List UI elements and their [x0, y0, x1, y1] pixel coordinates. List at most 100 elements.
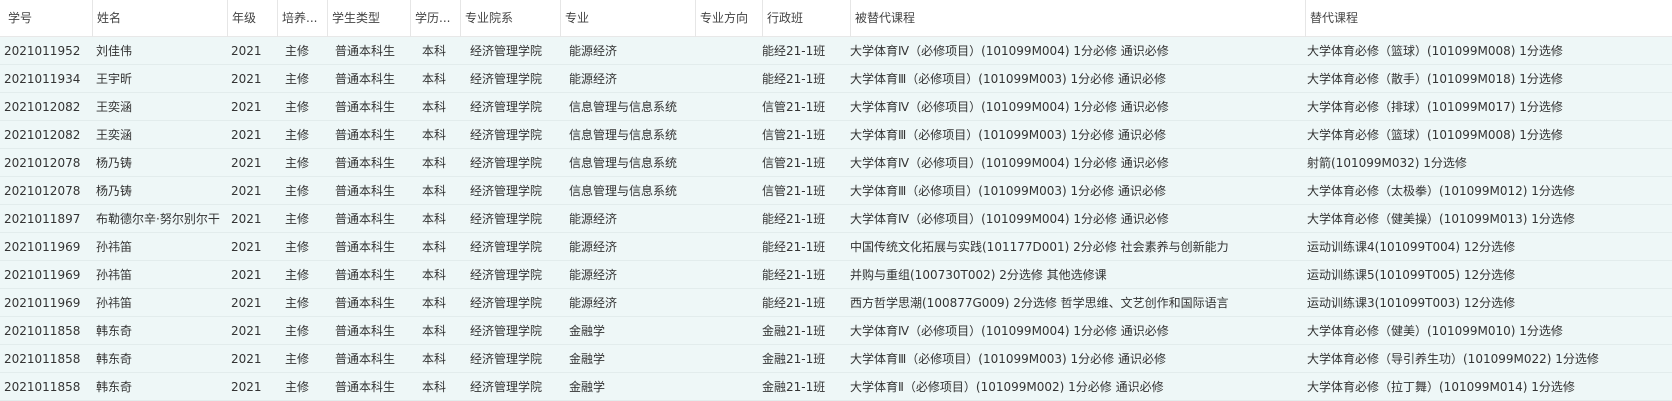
header-student-id[interactable]: 学号 — [4, 0, 92, 37]
cell-degree-level: 本科 — [422, 352, 447, 366]
cell-major: 能源经济 — [569, 268, 618, 282]
cell-student-id: 2021011858 — [4, 352, 81, 366]
cell-student-type: 普通本科生 — [335, 72, 396, 86]
cell-department: 经济管理学院 — [470, 380, 543, 394]
cell-major: 信息管理与信息系统 — [569, 128, 678, 142]
header-admin-class[interactable]: 行政班 — [762, 0, 850, 37]
cell-name: 王宇昕 — [96, 72, 133, 86]
cell-grade: 2021 — [231, 268, 262, 282]
cell-admin-class: 能经21-1班 — [762, 240, 826, 254]
cell-degree-level: 本科 — [422, 184, 447, 198]
header-major[interactable]: 专业 — [560, 0, 695, 37]
cell-student-type: 普通本科生 — [335, 296, 396, 310]
header-training-type[interactable]: 培养... — [277, 0, 327, 37]
cell-degree-level: 本科 — [422, 44, 447, 58]
table-row[interactable]: 2021011969 孙祎笛 2021 主修 普通本科生 本科 经济管理学院 能源经济 能经21… — [0, 261, 1672, 289]
cell-training-type: 主修 — [285, 44, 310, 58]
cell-major: 能源经济 — [569, 212, 618, 226]
header-replaced-course[interactable]: 被替代课程 — [850, 0, 1305, 37]
cell-student-type: 普通本科生 — [335, 324, 396, 338]
cell-grade: 2021 — [231, 184, 262, 198]
table-row[interactable]: 2021012082 王奕涵 2021 主修 普通本科生 本科 经济管理学院 信息管理与信息系… — [0, 93, 1672, 121]
cell-grade: 2021 — [231, 72, 262, 86]
cell-training-type: 主修 — [285, 100, 310, 114]
cell-student-type: 普通本科生 — [335, 212, 396, 226]
cell-replaced-course: 大学体育Ⅲ（必修项目）(101099M003) 1分必修 通识必修 — [850, 352, 1166, 366]
table-row[interactable]: 2021011858 韩东奇 2021 主修 普通本科生 本科 经济管理学院 金融学 金融21-… — [0, 345, 1672, 373]
table-row[interactable]: 2021012078 杨乃铸 2021 主修 普通本科生 本科 经济管理学院 信息管理与信息系… — [0, 149, 1672, 177]
cell-degree-level: 本科 — [422, 156, 447, 170]
cell-replaced-course: 大学体育Ⅳ（必修项目）(101099M004) 1分必修 通识必修 — [850, 156, 1169, 170]
cell-student-type: 普通本科生 — [335, 268, 396, 282]
header-grade[interactable]: 年级 — [227, 0, 277, 37]
cell-replaced-course: 大学体育Ⅳ（必修项目）(101099M004) 1分必修 通识必修 — [850, 44, 1169, 58]
cell-student-type: 普通本科生 — [335, 100, 396, 114]
cell-grade: 2021 — [231, 128, 262, 142]
cell-student-id: 2021012078 — [4, 184, 81, 198]
cell-name: 杨乃铸 — [96, 156, 133, 170]
cell-name: 王奕涵 — [96, 100, 133, 114]
cell-student-type: 普通本科生 — [335, 380, 396, 394]
cell-grade: 2021 — [231, 240, 262, 254]
cell-grade: 2021 — [231, 156, 262, 170]
cell-major: 信息管理与信息系统 — [569, 156, 678, 170]
cell-student-id: 2021011897 — [4, 212, 81, 226]
cell-grade: 2021 — [231, 380, 262, 394]
header-major-direction[interactable]: 专业方向 — [695, 0, 762, 37]
table-row[interactable]: 2021011858 韩东奇 2021 主修 普通本科生 本科 经济管理学院 金融学 金融21-… — [0, 317, 1672, 345]
cell-student-type: 普通本科生 — [335, 184, 396, 198]
cell-student-type: 普通本科生 — [335, 352, 396, 366]
cell-substitute-course: 射箭(101099M032) 1分选修 — [1307, 156, 1467, 170]
table-row[interactable]: 2021011952 刘佳伟 2021 主修 普通本科生 本科 经济管理学院 能源经济 能经21… — [0, 37, 1672, 65]
cell-student-type: 普通本科生 — [335, 156, 396, 170]
cell-admin-class: 能经21-1班 — [762, 212, 826, 226]
cell-substitute-course: 大学体育必修（健美）(101099M010) 1分选修 — [1307, 324, 1563, 338]
cell-student-id: 2021011969 — [4, 268, 81, 282]
cell-training-type: 主修 — [285, 380, 310, 394]
cell-substitute-course: 大学体育必修（篮球）(101099M008) 1分选修 — [1307, 128, 1563, 142]
cell-student-id: 2021012082 — [4, 128, 81, 142]
cell-admin-class: 能经21-1班 — [762, 72, 826, 86]
cell-department: 经济管理学院 — [470, 240, 543, 254]
table-row[interactable]: 2021012082 王奕涵 2021 主修 普通本科生 本科 经济管理学院 信息管理与信息系… — [0, 121, 1672, 149]
cell-replaced-course: 并购与重组(100730T002) 2分选修 其他选修课 — [850, 268, 1107, 282]
cell-student-id: 2021011934 — [4, 72, 81, 86]
cell-substitute-course: 运动训练课5(101099T005) 12分选修 — [1307, 268, 1516, 282]
cell-degree-level: 本科 — [422, 268, 447, 282]
cell-department: 经济管理学院 — [470, 212, 543, 226]
cell-name: 王奕涵 — [96, 128, 133, 142]
table-row[interactable]: 2021011858 韩东奇 2021 主修 普通本科生 本科 经济管理学院 金融学 金融21-… — [0, 373, 1672, 401]
cell-training-type: 主修 — [285, 184, 310, 198]
table-row[interactable]: 2021011969 孙祎笛 2021 主修 普通本科生 本科 经济管理学院 能源经济 能经21… — [0, 289, 1672, 317]
cell-student-id: 2021012078 — [4, 156, 81, 170]
cell-replaced-course: 西方哲学思潮(100877G009) 2分选修 哲学思维、文艺创作和国际语言 — [850, 296, 1229, 310]
cell-admin-class: 能经21-1班 — [762, 44, 826, 58]
table-row[interactable]: 2021011969 孙祎笛 2021 主修 普通本科生 本科 经济管理学院 能源经济 能经21… — [0, 233, 1672, 261]
table-row[interactable]: 2021011897 布勒德尔辛·努尔别尔干 2021 主修 普通本科生 本科 经济管理学院… — [0, 205, 1672, 233]
header-student-type[interactable]: 学生类型 — [327, 0, 410, 37]
cell-replaced-course: 大学体育Ⅳ（必修项目）(101099M004) 1分必修 通识必修 — [850, 324, 1169, 338]
header-name[interactable]: 姓名 — [92, 0, 227, 37]
cell-training-type: 主修 — [285, 268, 310, 282]
cell-degree-level: 本科 — [422, 324, 447, 338]
header-degree-level[interactable]: 学历... — [410, 0, 460, 37]
cell-replaced-course: 大学体育Ⅳ（必修项目）(101099M004) 1分必修 通识必修 — [850, 212, 1169, 226]
cell-degree-level: 本科 — [422, 128, 447, 142]
header-substitute-course[interactable]: 替代课程 — [1305, 0, 1672, 37]
cell-replaced-course: 中国传统文化拓展与实践(101177D001) 2分必修 社会素养与创新能力 — [850, 240, 1229, 254]
cell-substitute-course: 运动训练课3(101099T003) 12分选修 — [1307, 296, 1516, 310]
table-row[interactable]: 2021011934 王宇昕 2021 主修 普通本科生 本科 经济管理学院 能源经济 能经21… — [0, 65, 1672, 93]
cell-student-type: 普通本科生 — [335, 240, 396, 254]
cell-department: 经济管理学院 — [470, 268, 543, 282]
table-row[interactable]: 2021012078 杨乃铸 2021 主修 普通本科生 本科 经济管理学院 信息管理与信息系… — [0, 177, 1672, 205]
cell-student-id: 2021012082 — [4, 100, 81, 114]
header-department[interactable]: 专业院系 — [460, 0, 560, 37]
cell-student-id: 2021011969 — [4, 240, 81, 254]
cell-substitute-course: 大学体育必修（篮球）(101099M008) 1分选修 — [1307, 44, 1563, 58]
cell-degree-level: 本科 — [422, 212, 447, 226]
cell-name: 孙祎笛 — [96, 296, 133, 310]
cell-student-type: 普通本科生 — [335, 128, 396, 142]
cell-name: 布勒德尔辛·努尔别尔干 — [96, 212, 220, 226]
cell-department: 经济管理学院 — [470, 352, 543, 366]
cell-admin-class: 能经21-1班 — [762, 268, 826, 282]
